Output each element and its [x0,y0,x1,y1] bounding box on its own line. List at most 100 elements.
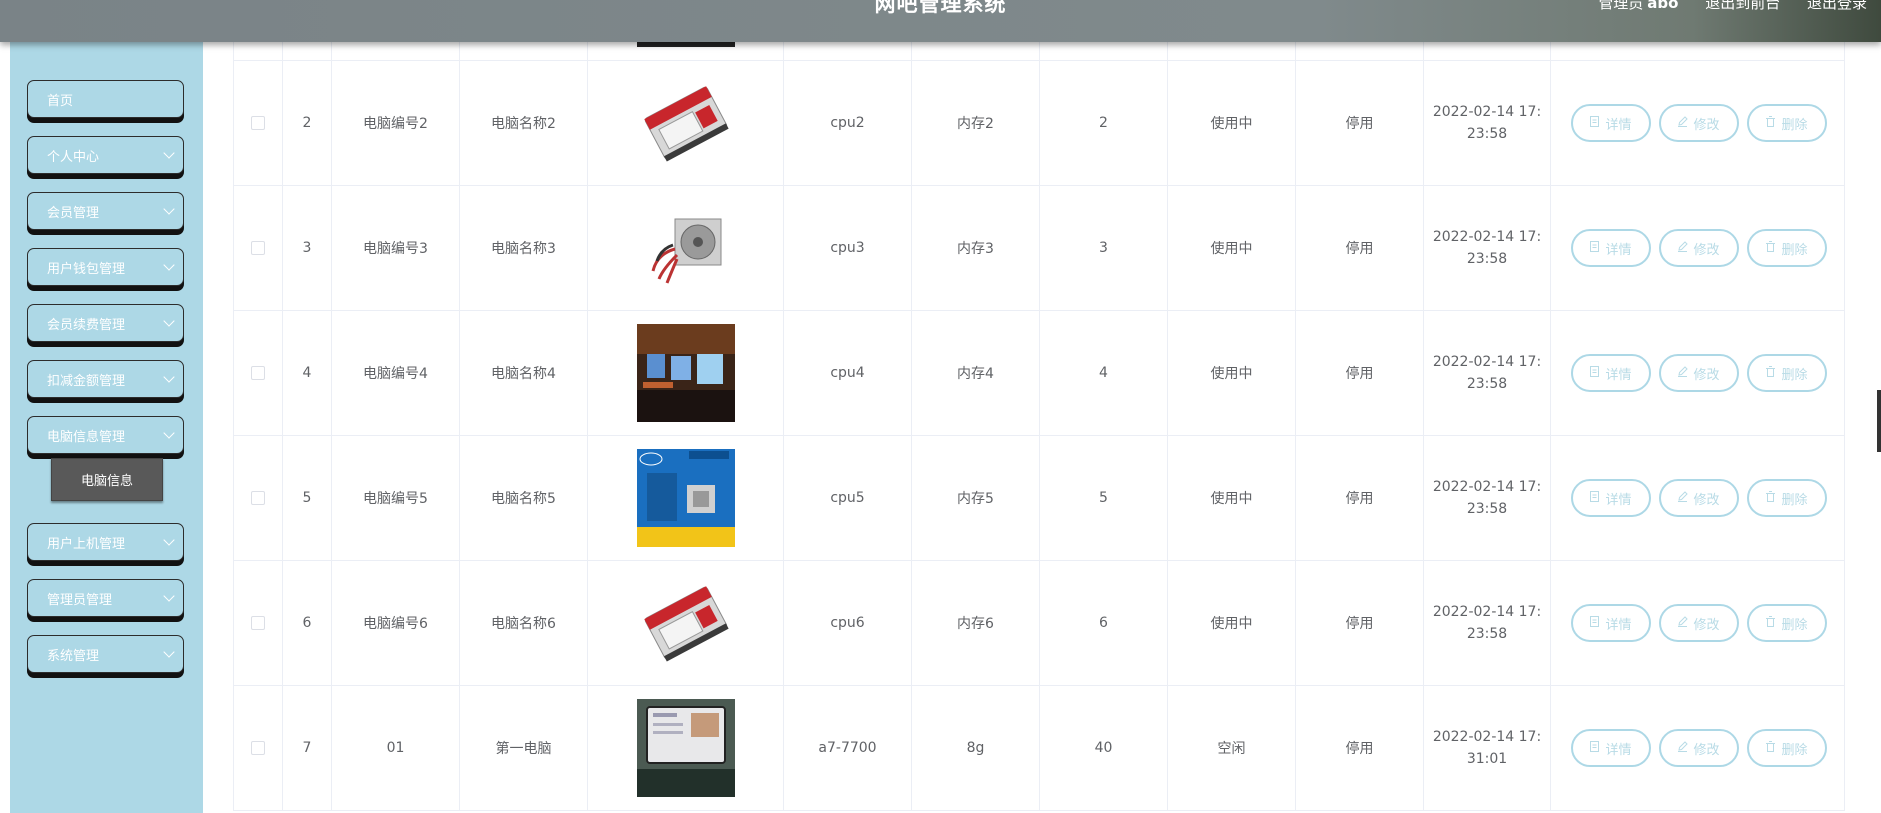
pc-name: 第一电脑 [460,686,588,810]
delete-icon [1765,740,1781,756]
scrollbar-thumb[interactable] [1877,390,1881,452]
time-text: 2022-02-14 17: 23:58 [1433,476,1541,520]
created-time: 2022-02-14 17: 23:58 [1424,311,1551,435]
delete-button[interactable]: 删除 [1746,604,1827,642]
delete-icon [1765,615,1781,631]
sidebar: 首页 个人中心 会员管理 用户钱包管理 会员续费管理 扣减金额管理 电脑信息管理… [10,42,203,813]
row-checkbox[interactable] [251,741,265,755]
delete-button[interactable]: 删除 [1746,479,1827,517]
count: 5 [1040,436,1168,560]
edit-button[interactable]: 修改 [1658,604,1739,642]
detail-button[interactable]: 详情 [1570,479,1651,517]
chevron-down-icon [163,315,175,327]
table-row: 5 电脑编号5 电脑名称5 cpu5 内存5 5 使用中 停用 2022-02-14 17: 23… [233,436,1845,561]
sidebar-item-members[interactable]: 会员管理 [27,192,184,230]
time-clock: 23:58 [1466,626,1508,642]
edit-button[interactable]: 修改 [1658,104,1739,142]
time-text: 2022-02-14 17: 23:58 [1433,601,1541,645]
row-index: 2 [283,61,332,185]
delete-button[interactable]: 删除 [1746,104,1827,142]
detail-button[interactable]: 详情 [1570,354,1651,392]
edit-icon [1677,490,1693,506]
table-row: 2 电脑编号2 电脑名称2 cpu2 内存2 2 使用中 停用 2022-02-14 17: 23… [233,61,1845,186]
row-checkbox[interactable] [251,366,265,380]
pc-number: 01 [332,686,460,810]
pc-image-cell [588,311,784,435]
delete-label: 删除 [1781,742,1808,758]
sidebar-subitem-computer-info[interactable]: 电脑信息 [51,458,163,501]
sidebar-item-computer-info[interactable]: 电脑信息管理 [27,416,184,454]
count: 3 [1040,186,1168,310]
delete-button[interactable]: 删除 [1746,729,1827,767]
computer-image [637,199,735,297]
delete-button[interactable]: 删除 [1746,354,1827,392]
detail-label: 详情 [1605,742,1632,758]
detail-button[interactable]: 详情 [1570,104,1651,142]
chevron-down-icon [163,590,175,602]
edit-button[interactable]: 修改 [1658,229,1739,267]
edit-label: 修改 [1693,492,1720,508]
computer-image [637,74,735,172]
time-text: 2022-02-14 17: 23:58 [1433,101,1541,145]
delete-label: 删除 [1781,617,1808,633]
edit-button[interactable]: 修改 [1658,479,1739,517]
usage-status: 空闲 [1168,686,1296,810]
detail-label: 详情 [1605,242,1632,258]
row-checkbox[interactable] [251,491,265,505]
detail-button[interactable]: 详情 [1570,729,1651,767]
computer-image [636,324,735,422]
edit-icon [1677,240,1693,256]
edit-icon [1677,365,1693,381]
delete-button[interactable]: 删除 [1746,229,1827,267]
sidebar-item-home[interactable]: 首页 [27,80,184,118]
pc-name: 电脑名称5 [460,436,588,560]
row-checkbox-cell [234,311,283,435]
enabled-state: 停用 [1296,186,1424,310]
table-row: 4 电脑编号4 电脑名称4 cpu4 内存4 4 使用中 停用 2022-02-14 17: 23… [233,311,1845,436]
sidebar-item-renewal[interactable]: 会员续费管理 [27,304,184,342]
row-checkbox[interactable] [251,116,265,130]
time-text: 2022-02-14 17: 23:58 [1433,351,1541,395]
enabled-state: 停用 [1296,561,1424,685]
created-time: 2022-02-14 17: 23:58 [1424,561,1551,685]
cpu: cpu5 [784,436,912,560]
edit-button[interactable]: 修改 [1658,729,1739,767]
sidebar-item-system[interactable]: 系统管理 [27,635,184,673]
detail-button[interactable]: 详情 [1570,229,1651,267]
logout-link[interactable]: 退出登录 [1807,0,1867,12]
time-date: 2022-02-14 17: [1432,729,1542,745]
edit-label: 修改 [1693,617,1720,633]
memory: 内存2 [912,61,1040,185]
pc-name: 电脑名称2 [460,61,588,185]
row-index: 7 [283,686,332,810]
time-clock: 23:58 [1466,376,1508,392]
detail-label: 详情 [1605,492,1632,508]
sidebar-item-label: 首页 [47,93,74,109]
sidebar-item-user-sessions[interactable]: 用户上机管理 [27,523,184,561]
sidebar-item-deduction[interactable]: 扣减金额管理 [27,360,184,398]
row-checkbox-cell [234,561,283,685]
detail-button[interactable]: 详情 [1570,604,1651,642]
sidebar-item-personal-center[interactable]: 个人中心 [27,136,184,174]
detail-label: 详情 [1605,617,1632,633]
enabled-state: 停用 [1296,686,1424,810]
edit-label: 修改 [1693,367,1720,383]
sidebar-item-wallet[interactable]: 用户钱包管理 [27,248,184,286]
row-checkbox-cell [234,186,283,310]
edit-button[interactable]: 修改 [1658,354,1739,392]
chevron-down-icon [163,371,175,383]
computer-image [636,699,735,797]
pc-image-cell [588,61,784,185]
row-checkbox[interactable] [251,241,265,255]
time-clock: 23:58 [1466,126,1508,142]
back-to-front-link[interactable]: 退出到前台 [1705,0,1780,12]
cpu: a7-7700 [784,686,912,810]
edit-label: 修改 [1693,242,1720,258]
memory: 内存6 [912,561,1040,685]
sidebar-item-label: 用户钱包管理 [47,261,126,277]
usage-status: 使用中 [1168,561,1296,685]
sidebar-item-admins[interactable]: 管理员管理 [27,579,184,617]
computer-image [637,574,735,672]
row-checkbox[interactable] [251,616,265,630]
memory: 内存3 [912,186,1040,310]
